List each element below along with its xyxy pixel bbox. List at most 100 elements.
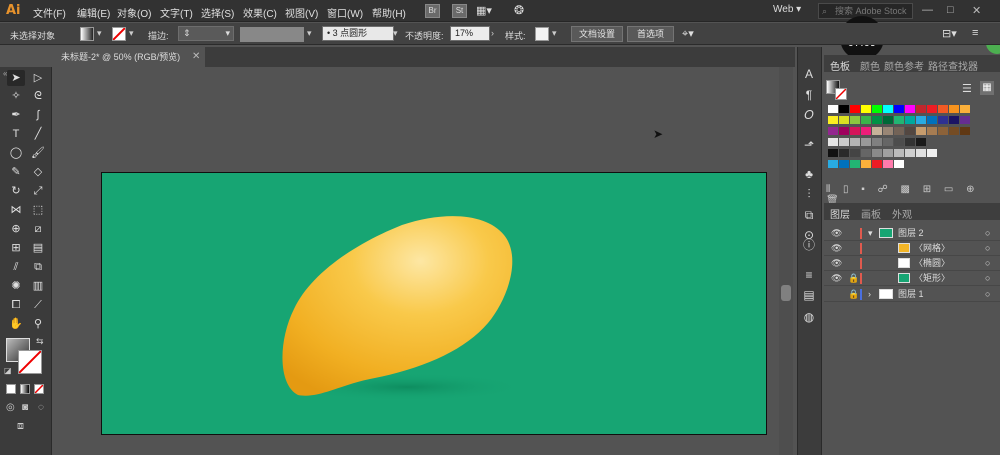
tab-appearance[interactable]: 外观	[892, 206, 912, 221]
color-swatch[interactable]	[872, 138, 882, 146]
curvature-tool-icon[interactable]: ∫	[29, 107, 47, 123]
fill-dropdown-icon[interactable]: ▾	[97, 28, 102, 39]
layer-name[interactable]: 图层 1	[898, 287, 924, 302]
blob-brush-tool-icon[interactable]: ✎	[7, 164, 25, 180]
menu-type[interactable]: 文字(T)	[160, 5, 193, 20]
color-swatch[interactable]	[861, 105, 871, 113]
zoom-tool-icon[interactable]: ⚲	[29, 316, 47, 332]
menu-edit[interactable]: 编辑(E)	[77, 5, 110, 20]
color-swatch[interactable]	[938, 127, 948, 135]
control-menu-icon[interactable]: ≡	[972, 27, 978, 39]
color-mode-icon[interactable]	[6, 384, 16, 394]
swatch-grid[interactable]	[828, 105, 988, 175]
stroke-dropdown-icon[interactable]: ▾	[129, 28, 134, 39]
color-swatch[interactable]	[883, 160, 893, 168]
slice-tool-icon[interactable]: ⟋	[29, 297, 47, 313]
gradient-tool-icon[interactable]: ▤	[29, 240, 47, 256]
color-swatch[interactable]	[949, 116, 959, 124]
scale-tool-icon[interactable]: ⤢	[29, 183, 47, 199]
visibility-eye-icon[interactable]: 👁	[831, 241, 842, 256]
expand-triangle-icon[interactable]: ▾	[868, 226, 873, 241]
color-swatch[interactable]	[883, 127, 893, 135]
fill-swatch[interactable]	[80, 27, 94, 41]
tab-swatches[interactable]: 色板	[830, 58, 850, 73]
paragraph-panel-icon[interactable]: ¶	[801, 87, 817, 103]
color-swatch[interactable]	[839, 127, 849, 135]
color-swatch[interactable]	[949, 105, 959, 113]
perspective-grid-tool-icon[interactable]: ⧄	[29, 221, 47, 237]
shape-builder-tool-icon[interactable]: ⊕	[7, 221, 25, 237]
color-swatch[interactable]	[883, 149, 893, 157]
color-swatch[interactable]	[894, 127, 904, 135]
color-swatch[interactable]	[960, 116, 970, 124]
color-swatch[interactable]	[861, 138, 871, 146]
layer-row[interactable]: 👁 〈椭圆〉 ○	[824, 256, 1000, 271]
color-swatch[interactable]	[850, 160, 860, 168]
target-circle-icon[interactable]: ○	[985, 287, 990, 302]
color-swatch[interactable]	[872, 116, 882, 124]
none-mode-icon[interactable]	[34, 384, 44, 394]
color-swatch[interactable]	[894, 116, 904, 124]
color-swatch[interactable]	[839, 116, 849, 124]
select-similar-icon[interactable]: ⌖▾	[682, 27, 694, 41]
color-swatch[interactable]	[960, 105, 970, 113]
layer-name[interactable]: 〈椭圆〉	[914, 256, 950, 271]
opentype-panel-icon[interactable]: 𝑂	[801, 107, 817, 123]
artboard[interactable]	[101, 172, 767, 435]
stroke-panel-icon[interactable]: ▤	[801, 287, 817, 303]
color-swatch[interactable]	[894, 105, 904, 113]
tab-color-guide[interactable]: 颜色参考	[884, 58, 924, 73]
width-tool-icon[interactable]: ⋈	[7, 202, 25, 218]
color-swatch[interactable]	[927, 105, 937, 113]
color-swatch[interactable]	[861, 116, 871, 124]
color-swatch[interactable]	[927, 116, 937, 124]
align-panel-icon[interactable]: ≡	[801, 267, 817, 283]
gradient-mode-icon[interactable]	[20, 384, 30, 394]
stroke-weight-dropdown-icon[interactable]: ▾	[225, 27, 230, 40]
color-swatch[interactable]	[894, 149, 904, 157]
direct-selection-tool-icon[interactable]: ▷	[29, 70, 47, 86]
visibility-eye-icon[interactable]: 👁	[831, 271, 842, 286]
line-tool-icon[interactable]: ╱	[29, 126, 47, 142]
color-swatch[interactable]	[872, 127, 882, 135]
vertical-scroll-thumb[interactable]	[781, 285, 791, 301]
mesh-tool-icon[interactable]: ⊞	[7, 240, 25, 256]
menu-view[interactable]: 视图(V)	[285, 5, 318, 20]
color-swatch[interactable]	[850, 149, 860, 157]
color-swatch[interactable]	[839, 138, 849, 146]
stock-button[interactable]: St	[452, 4, 467, 18]
color-swatch[interactable]	[916, 138, 926, 146]
libraries-panel-icon[interactable]: ⫶	[801, 186, 817, 202]
artboard-tool-icon[interactable]: ⧠	[7, 297, 25, 313]
stroke-swatch[interactable]	[112, 27, 126, 41]
draw-behind-icon[interactable]: ◙	[22, 402, 28, 413]
menu-object[interactable]: 对象(O)	[117, 5, 151, 20]
color-swatch[interactable]	[905, 149, 915, 157]
color-swatch[interactable]	[872, 149, 882, 157]
color-swatch[interactable]	[916, 116, 926, 124]
symbols-panel-icon[interactable]: ♣	[801, 166, 817, 182]
variable-width-profile[interactable]	[240, 27, 304, 42]
style-dropdown-icon[interactable]: ▾	[552, 28, 557, 39]
info-panel-icon[interactable]: ⓘ	[801, 237, 817, 253]
color-swatch[interactable]	[916, 149, 926, 157]
type-tool-icon[interactable]: T	[7, 126, 25, 142]
color-swatch[interactable]	[828, 116, 838, 124]
opacity-field[interactable]: 17%	[450, 26, 490, 41]
document-tab[interactable]: 未标题-2* @ 50% (RGB/预览)	[55, 47, 205, 67]
layer-row[interactable]: 👁 ▾ 图层 2 ○	[824, 226, 1000, 241]
ellipse-tool-icon[interactable]: ◯	[7, 145, 25, 161]
color-swatch[interactable]	[883, 138, 893, 146]
selection-tool-icon[interactable]: ➤	[7, 70, 25, 86]
target-circle-icon[interactable]: ○	[985, 256, 990, 271]
target-circle-icon[interactable]: ○	[985, 271, 990, 286]
hand-tool-icon[interactable]: ✋	[7, 316, 25, 332]
layer-name[interactable]: 〈网格〉	[914, 241, 950, 256]
profile-dropdown-icon[interactable]: ▾	[307, 28, 312, 39]
tab-pathfinder[interactable]: 路径查找器	[928, 58, 978, 73]
color-swatch[interactable]	[883, 105, 893, 113]
menu-help[interactable]: 帮助(H)	[372, 5, 406, 20]
rotate-tool-icon[interactable]: ↻	[7, 183, 25, 199]
menu-select[interactable]: 选择(S)	[201, 5, 234, 20]
color-swatch[interactable]	[938, 105, 948, 113]
